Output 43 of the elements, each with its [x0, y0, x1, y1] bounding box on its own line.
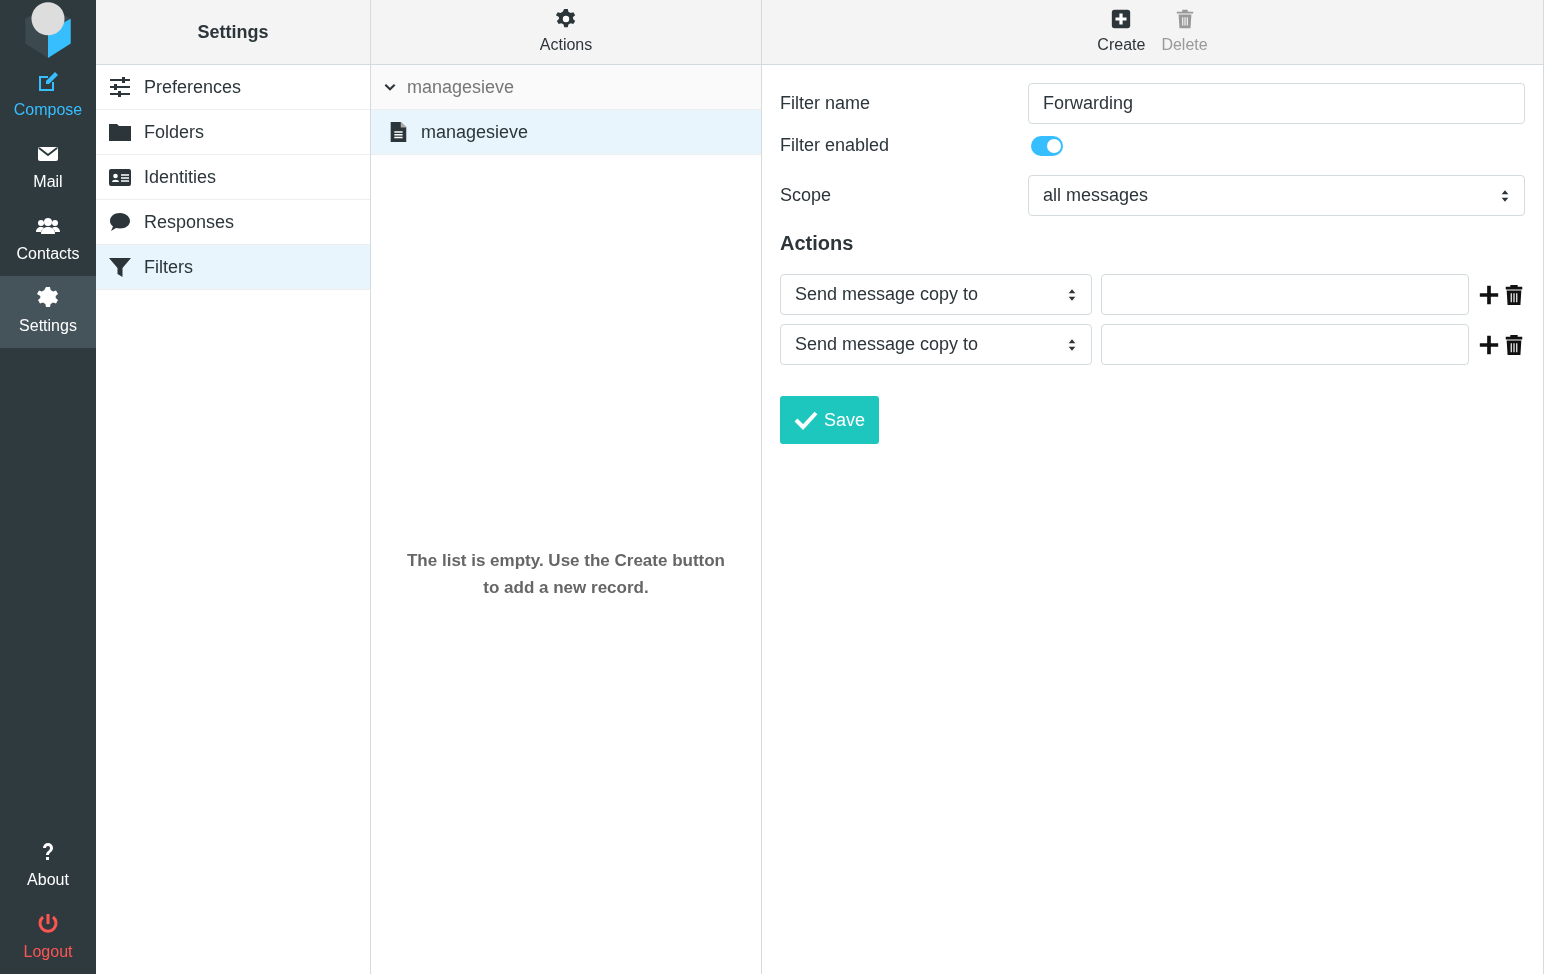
plus-square-icon	[1110, 7, 1133, 30]
trash-icon	[1503, 332, 1525, 357]
trash-icon	[1503, 282, 1525, 307]
sliders-icon	[108, 75, 132, 99]
preference-section-link[interactable]: Identities	[96, 155, 370, 200]
gear-icon	[36, 286, 60, 310]
toolbar-button[interactable]: Create	[1097, 7, 1146, 57]
field-label: Filter enabled	[780, 134, 891, 157]
delete-button[interactable]	[1503, 332, 1525, 357]
nav-item[interactable]: Compose	[0, 60, 96, 132]
email-input[interactable]	[1101, 274, 1469, 315]
action-select[interactable]: Send message copy to	[780, 274, 1092, 315]
preference-section-link[interactable]: Preferences	[96, 65, 370, 110]
toggle-switch[interactable]	[1031, 135, 1063, 156]
filter-set-item[interactable]: managesieve	[371, 110, 761, 155]
preference-section-link[interactable]: Folders	[96, 110, 370, 155]
scope-select[interactable]: all messages	[1028, 175, 1525, 216]
gear-icon	[555, 7, 577, 30]
edit-icon	[36, 70, 60, 94]
power-icon	[36, 912, 60, 936]
plus-icon	[1478, 283, 1500, 306]
nav-item[interactable]: Mail	[0, 132, 96, 204]
action-select[interactable]: Send message copy to	[780, 324, 1092, 365]
plus-icon	[1478, 333, 1500, 356]
field-label: Filter name	[780, 92, 872, 115]
add-button[interactable]	[1478, 283, 1500, 306]
preference-section-link[interactable]: Filters	[96, 245, 370, 290]
filter-name-input[interactable]: Forwarding	[1028, 83, 1525, 124]
nav-item[interactable]: Settings	[0, 276, 96, 348]
nav-item[interactable]: Contacts	[0, 204, 96, 276]
email-input[interactable]	[1101, 324, 1469, 365]
nav-item[interactable]: About	[0, 830, 96, 902]
section-heading: Actions	[780, 231, 855, 256]
speech-bubble-icon	[108, 210, 132, 234]
empty-list-message: The list is empty. Use the Create button to add a new record.	[406, 550, 726, 599]
add-button[interactable]	[1478, 333, 1500, 356]
delete-button[interactable]	[1503, 282, 1525, 307]
funnel-icon	[108, 255, 132, 279]
panel-title: Settings	[197, 20, 269, 44]
field-label: Scope	[780, 184, 833, 207]
toolbar-button[interactable]: Actions	[539, 7, 593, 57]
folder-row[interactable]: managesieve	[371, 65, 761, 110]
nav-item[interactable]: Logout	[0, 902, 96, 974]
